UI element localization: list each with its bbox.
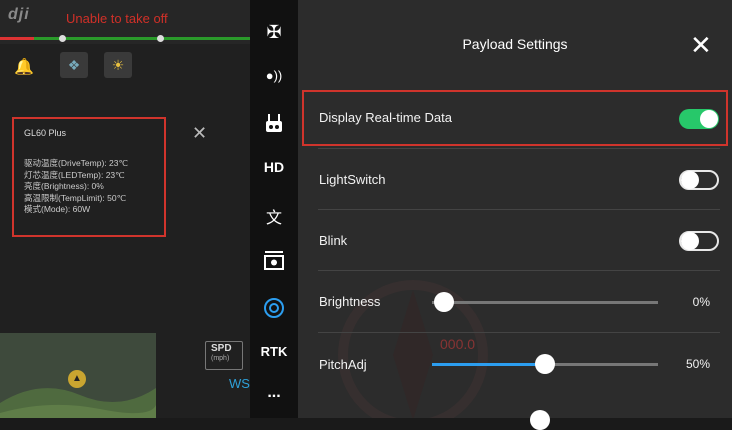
gear-glyph: [264, 298, 284, 318]
takeoff-status-text: Unable to take off: [66, 11, 168, 26]
signal-icon[interactable]: ●)): [250, 68, 298, 83]
pitchadj-slider-fill: [432, 363, 545, 366]
rtk-icon[interactable]: RTK: [250, 344, 298, 359]
battery-marker: [59, 35, 66, 42]
system-status-bar: [298, 0, 732, 22]
gl60-data: 驱动温度(DriveTemp): 23℃ 灯芯温度(LEDTemp): 23℃ …: [24, 158, 128, 216]
close-button[interactable]: ✕: [690, 32, 712, 58]
wind-speed-label: WS: [229, 376, 250, 391]
gl60-line: 灯芯温度(LEDTemp): 23℃: [24, 169, 125, 180]
speed-unit: (mph): [211, 355, 230, 362]
row-divider: [318, 332, 720, 333]
camera-glyph: [264, 251, 284, 270]
brightness-value: 0%: [692, 295, 710, 309]
row-divider: [318, 148, 720, 149]
pitchadj-label: PitchAdj: [319, 357, 367, 372]
toggle-knob: [681, 232, 699, 250]
row-divider: [318, 270, 720, 271]
hd-icon[interactable]: HD: [250, 159, 298, 175]
row-divider: [318, 209, 720, 210]
display-realtime-data-label: Display Real-time Data: [319, 110, 452, 125]
pitchadj-value: 50%: [685, 357, 710, 371]
toggle-knob: [700, 110, 718, 128]
battery-marker: [157, 35, 164, 42]
controller-glyph: [266, 114, 282, 132]
payload-gear-icon[interactable]: [250, 297, 298, 324]
page-title: Payload Settings: [462, 36, 568, 52]
dji-logo: dji: [8, 6, 30, 23]
lightswitch-toggle[interactable]: [679, 170, 719, 190]
controller-icon[interactable]: [250, 112, 298, 139]
toggle-knob: [681, 171, 699, 189]
blink-toggle[interactable]: [679, 231, 719, 251]
gl60-line: 驱动温度(DriveTemp): 23℃: [24, 158, 129, 168]
language-icon[interactable]: 文: [250, 204, 298, 228]
close-icon[interactable]: ✕: [192, 123, 207, 144]
gl60-line: 模式(Mode): 60W: [24, 204, 91, 215]
display-realtime-data-toggle[interactable]: [679, 109, 719, 129]
altitude-ghost-text: 000.0: [440, 336, 476, 352]
battery-bar: [0, 37, 250, 40]
pitchadj-slider-thumb[interactable]: [535, 354, 555, 374]
blink-label: Blink: [319, 233, 348, 248]
gl60-title: GL60 Plus: [24, 128, 67, 138]
brightness-slider-track[interactable]: [432, 301, 658, 304]
brightness-slider-thumb[interactable]: [434, 292, 454, 312]
gimbal-mode-icon[interactable]: ❖: [60, 52, 88, 78]
speed-label: SPD: [211, 343, 232, 354]
drone-icon[interactable]: ✠: [250, 22, 298, 43]
bell-icon[interactable]: 🔔: [14, 57, 34, 77]
brightness-label: Brightness: [319, 294, 381, 309]
more-icon[interactable]: ...: [250, 384, 298, 402]
lightswitch-label: LightSwitch: [319, 172, 386, 187]
light-icon[interactable]: ☀: [104, 52, 132, 78]
aircraft-location-icon: ▲: [68, 370, 86, 388]
camera-icon[interactable]: [250, 250, 298, 275]
gl60-line: 亮度(Brightness): 0%: [24, 181, 104, 192]
gl60-line: 高温限制(TempLimit): 50℃: [24, 192, 127, 203]
next-slider-thumb[interactable]: [530, 410, 550, 430]
